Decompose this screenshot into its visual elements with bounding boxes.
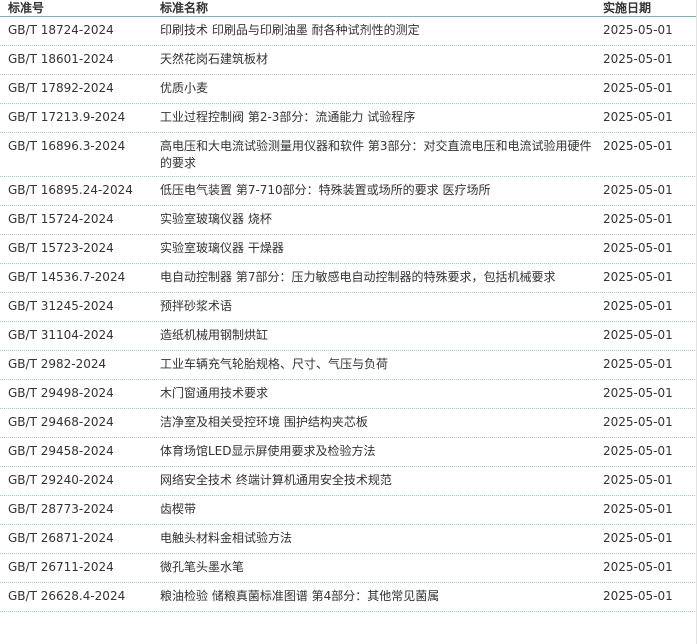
- standard-name-link[interactable]: 木门窗通用技术要求: [152, 385, 595, 402]
- standard-name-link[interactable]: 低压电气装置 第7-710部分：特殊装置或场所的要求 医疗场所: [152, 182, 595, 199]
- standard-name-link[interactable]: 洁净室及相关受控环境 围护结构夹芯板: [152, 414, 595, 431]
- standard-code: GB/T 31245-2024: [8, 299, 114, 313]
- standard-code: GB/T 17892-2024: [8, 81, 114, 95]
- effective-date: 2025-05-01: [603, 139, 673, 153]
- standard-code: GB/T 2982-2024: [8, 357, 107, 371]
- effective-date: 2025-05-01: [603, 212, 673, 226]
- table-row[interactable]: GB/T 29458-2024 体育场馆LED显示屏使用要求及检验方法 2025…: [0, 438, 697, 467]
- standard-name-link[interactable]: 优质小麦: [152, 80, 595, 97]
- table-row[interactable]: GB/T 31245-2024 预拌砂浆术语 2025-05-01: [0, 293, 697, 322]
- standard-code: GB/T 29498-2024: [8, 386, 114, 400]
- standard-code: GB/T 26711-2024: [8, 560, 114, 574]
- standard-code: GB/T 15724-2024: [8, 212, 114, 226]
- effective-date: 2025-05-01: [603, 241, 673, 255]
- effective-date: 2025-05-01: [603, 270, 673, 284]
- standard-name-link[interactable]: 电自动控制器 第7部分：压力敏感电自动控制器的特殊要求，包括机械要求: [152, 269, 595, 286]
- header-effective-date: 实施日期: [603, 1, 652, 15]
- header-standard-code: 标准号: [8, 1, 45, 15]
- table-row[interactable]: GB/T 18724-2024 印刷技术 印刷品与印刷油墨 耐各种试剂性的测定 …: [0, 17, 697, 46]
- effective-date: 2025-05-01: [603, 328, 673, 342]
- table-row[interactable]: GB/T 26628.4-2024 粮油检验 储粮真菌标准图谱 第4部分：其他常…: [0, 583, 697, 612]
- table-row[interactable]: GB/T 2982-2024 工业车辆充气轮胎规格、尺寸、气压与负荷 2025-…: [0, 351, 697, 380]
- table-row[interactable]: GB/T 29468-2024 洁净室及相关受控环境 围护结构夹芯板 2025-…: [0, 409, 697, 438]
- table-row[interactable]: GB/T 17213.9-2024 工业过程控制阀 第2-3部分：流通能力 试验…: [0, 104, 697, 133]
- effective-date: 2025-05-01: [603, 183, 673, 197]
- standard-code: GB/T 17213.9-2024: [8, 110, 126, 124]
- table-row[interactable]: GB/T 16896.3-2024 高电压和大电流试验测量用仪器和软件 第3部分…: [0, 133, 697, 177]
- standard-name-link[interactable]: 网络安全技术 终端计算机通用安全技术规范: [152, 472, 595, 489]
- standard-code: GB/T 31104-2024: [8, 328, 114, 342]
- table-row[interactable]: GB/T 15724-2024 实验室玻璃仪器 烧杯 2025-05-01: [0, 206, 697, 235]
- effective-date: 2025-05-01: [603, 444, 673, 458]
- effective-date: 2025-05-01: [603, 357, 673, 371]
- table-row[interactable]: GB/T 26871-2024 电触头材料金相试验方法 2025-05-01: [0, 525, 697, 554]
- standard-code: GB/T 26628.4-2024: [8, 589, 126, 603]
- standard-code: GB/T 29458-2024: [8, 444, 114, 458]
- standard-name-link[interactable]: 天然花岗石建筑板材: [152, 51, 595, 68]
- table-row[interactable]: GB/T 26711-2024 微孔笔头墨水笔 2025-05-01: [0, 554, 697, 583]
- effective-date: 2025-05-01: [603, 23, 673, 37]
- effective-date: 2025-05-01: [603, 531, 673, 545]
- effective-date: 2025-05-01: [603, 560, 673, 574]
- standard-name-link[interactable]: 实验室玻璃仪器 干燥器: [152, 240, 595, 257]
- standard-name-link[interactable]: 齿楔带: [152, 501, 595, 518]
- table-row[interactable]: GB/T 15723-2024 实验室玻璃仪器 干燥器 2025-05-01: [0, 235, 697, 264]
- standard-name-link[interactable]: 高电压和大电流试验测量用仪器和软件 第3部分：对交直流电压和电流试验用硬件的要求: [152, 138, 595, 172]
- standard-name-link[interactable]: 造纸机械用钢制烘缸: [152, 327, 595, 344]
- standard-name-link[interactable]: 体育场馆LED显示屏使用要求及检验方法: [152, 443, 595, 460]
- standard-code: GB/T 29240-2024: [8, 473, 114, 487]
- standard-code: GB/T 26871-2024: [8, 531, 114, 545]
- standard-code: GB/T 18601-2024: [8, 52, 114, 66]
- effective-date: 2025-05-01: [603, 589, 673, 603]
- table-row[interactable]: GB/T 17892-2024 优质小麦 2025-05-01: [0, 75, 697, 104]
- standard-code: GB/T 29468-2024: [8, 415, 114, 429]
- effective-date: 2025-05-01: [603, 502, 673, 516]
- standard-code: GB/T 18724-2024: [8, 23, 114, 37]
- standard-name-link[interactable]: 工业车辆充气轮胎规格、尺寸、气压与负荷: [152, 356, 595, 373]
- standard-name-link[interactable]: 电触头材料金相试验方法: [152, 530, 595, 547]
- table-row[interactable]: GB/T 29498-2024 木门窗通用技术要求 2025-05-01: [0, 380, 697, 409]
- table-row[interactable]: GB/T 16895.24-2024 低压电气装置 第7-710部分：特殊装置或…: [0, 177, 697, 206]
- table-header: 标准号 标准名称 实施日期: [0, 0, 697, 17]
- header-standard-name: 标准名称: [160, 1, 209, 15]
- effective-date: 2025-05-01: [603, 386, 673, 400]
- standard-code: GB/T 28773-2024: [8, 502, 114, 516]
- standard-name-link[interactable]: 工业过程控制阀 第2-3部分：流通能力 试验程序: [152, 109, 595, 126]
- effective-date: 2025-05-01: [603, 299, 673, 313]
- standard-code: GB/T 15723-2024: [8, 241, 114, 255]
- effective-date: 2025-05-01: [603, 52, 673, 66]
- effective-date: 2025-05-01: [603, 473, 673, 487]
- standard-name-link[interactable]: 粮油检验 储粮真菌标准图谱 第4部分：其他常见菌属: [152, 588, 595, 605]
- standard-name-link[interactable]: 预拌砂浆术语: [152, 298, 595, 315]
- standard-code: GB/T 16895.24-2024: [8, 183, 133, 197]
- standard-name-link[interactable]: 实验室玻璃仪器 烧杯: [152, 211, 595, 228]
- standard-code: GB/T 16896.3-2024: [8, 139, 126, 153]
- effective-date: 2025-05-01: [603, 415, 673, 429]
- standard-name-link[interactable]: 微孔笔头墨水笔: [152, 559, 595, 576]
- standard-name-link[interactable]: 印刷技术 印刷品与印刷油墨 耐各种试剂性的测定: [152, 22, 595, 39]
- table-row[interactable]: GB/T 14536.7-2024 电自动控制器 第7部分：压力敏感电自动控制器…: [0, 264, 697, 293]
- table-row[interactable]: GB/T 18601-2024 天然花岗石建筑板材 2025-05-01: [0, 46, 697, 75]
- effective-date: 2025-05-01: [603, 81, 673, 95]
- standards-table: 标准号 标准名称 实施日期 GB/T 18724-2024 印刷技术 印刷品与印…: [0, 0, 697, 644]
- table-row[interactable]: GB/T 29240-2024 网络安全技术 终端计算机通用安全技术规范 202…: [0, 467, 697, 496]
- standard-code: GB/T 14536.7-2024: [8, 270, 126, 284]
- table-row[interactable]: GB/T 28773-2024 齿楔带 2025-05-01: [0, 496, 697, 525]
- table-row[interactable]: GB/T 31104-2024 造纸机械用钢制烘缸 2025-05-01: [0, 322, 697, 351]
- effective-date: 2025-05-01: [603, 110, 673, 124]
